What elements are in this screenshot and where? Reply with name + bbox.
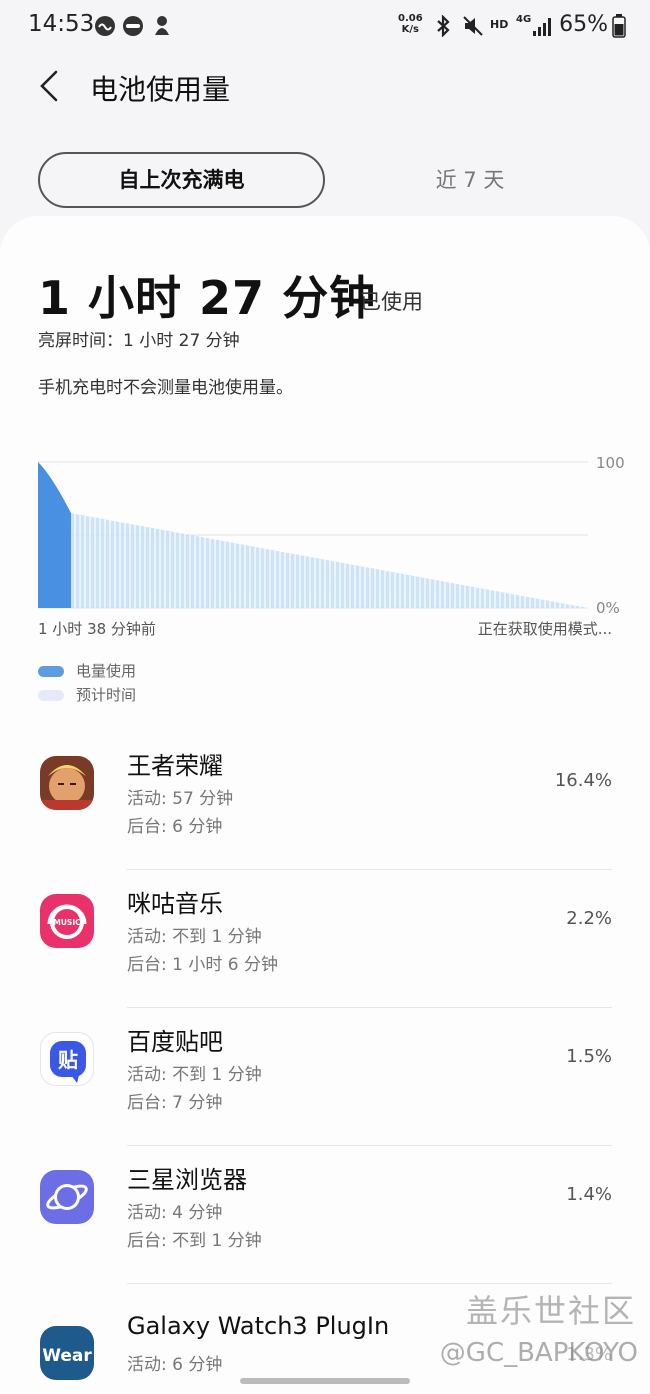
app-background-time: 后台: 6 分钟: [127, 817, 223, 837]
net-speed: 0.06 K/s: [398, 13, 423, 35]
app-name: 百度贴吧: [127, 1028, 223, 1056]
back-button[interactable]: [36, 68, 66, 104]
battery-percent: 65%: [559, 12, 608, 37]
baidu-tieba-icon: 贴: [40, 1032, 94, 1086]
app-active-time: 活动: 不到 1 分钟: [127, 927, 262, 947]
signal-icon: [532, 15, 554, 41]
app-active-time: 活动: 6 分钟: [127, 1355, 223, 1375]
app-percent: 16.4%: [554, 770, 612, 791]
app-active-time: 活动: 4 分钟: [127, 1203, 223, 1223]
usage-suffix: 已使用: [360, 290, 423, 314]
app-active-time: 活动: 不到 1 分钟: [127, 1065, 262, 1085]
battery-icon: [612, 14, 626, 42]
usage-area: [38, 462, 71, 608]
app-name: 王者荣耀: [127, 752, 223, 780]
app-row[interactable]: 三星浏览器 活动: 4 分钟 后台: 不到 1 分钟 1.4%: [0, 1146, 650, 1284]
svg-text:Wear: Wear: [42, 1346, 92, 1366]
app-row[interactable]: MUSIC 咪咕音乐 活动: 不到 1 分钟 后台: 1 小时 6 分钟 2.2…: [0, 870, 650, 1008]
app-name: 三星浏览器: [127, 1166, 247, 1194]
home-indicator[interactable]: [240, 1378, 410, 1384]
legend-swatch: [38, 690, 64, 701]
svg-text:MUSIC: MUSIC: [53, 918, 81, 927]
svg-text:贴: 贴: [58, 1048, 78, 1072]
samsung-internet-icon: [40, 1170, 94, 1224]
screen-time: 亮屏时间：1 小时 27 分钟: [38, 331, 240, 351]
app-row[interactable]: 贴 百度贴吧 活动: 不到 1 分钟 后台: 7 分钟 1.5%: [0, 1008, 650, 1146]
page-title: 电池使用量: [90, 73, 231, 106]
app-row[interactable]: 王者荣耀 活动: 57 分钟 后台: 6 分钟 16.4%: [0, 732, 650, 870]
bluetooth-icon: [434, 14, 452, 41]
music-app-icon: [122, 15, 144, 41]
notification-icon: [152, 15, 172, 41]
app-background-time: 后台: 7 分钟: [127, 1093, 223, 1113]
app-active-time: 活动: 57 分钟: [127, 789, 234, 809]
usage-total: 1 小时 27 分钟: [38, 271, 377, 325]
y-tick-label: 100: [596, 454, 625, 472]
watermark-user: @GC_BAPKOYO: [439, 1338, 638, 1368]
app-percent: 1.4%: [566, 1184, 612, 1205]
migu-music-icon: MUSIC: [40, 894, 94, 948]
tab-last-7-days[interactable]: 近 7 天: [380, 152, 560, 208]
hd-icon: HD: [490, 18, 509, 31]
honor-of-kings-icon: [40, 756, 94, 810]
link-icon: [94, 15, 116, 41]
y-tick-label: 0%: [596, 599, 620, 617]
app-background-time: 后台: 不到 1 分钟: [127, 1231, 262, 1251]
watermark-community: 盖乐世社区: [465, 1292, 636, 1330]
legend-swatch: [38, 666, 64, 677]
app-name: Galaxy Watch3 PlugIn: [127, 1312, 390, 1340]
mute-icon: [462, 15, 484, 41]
network-type: 4G: [516, 14, 532, 25]
app-percent: 1.5%: [566, 1046, 612, 1067]
chart-end-label: 正在获取使用模式...: [477, 620, 612, 638]
app-name: 咪咕音乐: [127, 890, 223, 918]
chevron-left-icon: [40, 70, 58, 102]
wear-icon: Wear: [40, 1326, 94, 1380]
status-bar: 14:53 0.06 K/s HD 4G 65%: [0, 0, 650, 52]
app-background-time: 后台: 1 小时 6 分钟: [127, 955, 278, 975]
tab-since-full-charge[interactable]: 自上次充满电: [38, 152, 325, 208]
charge-note: 手机充电时不会测量电池使用量。: [38, 378, 293, 398]
app-percent: 2.2%: [566, 908, 612, 929]
chart-start-label: 1 小时 38 分钟前: [38, 620, 156, 638]
status-time: 14:53: [28, 11, 95, 37]
